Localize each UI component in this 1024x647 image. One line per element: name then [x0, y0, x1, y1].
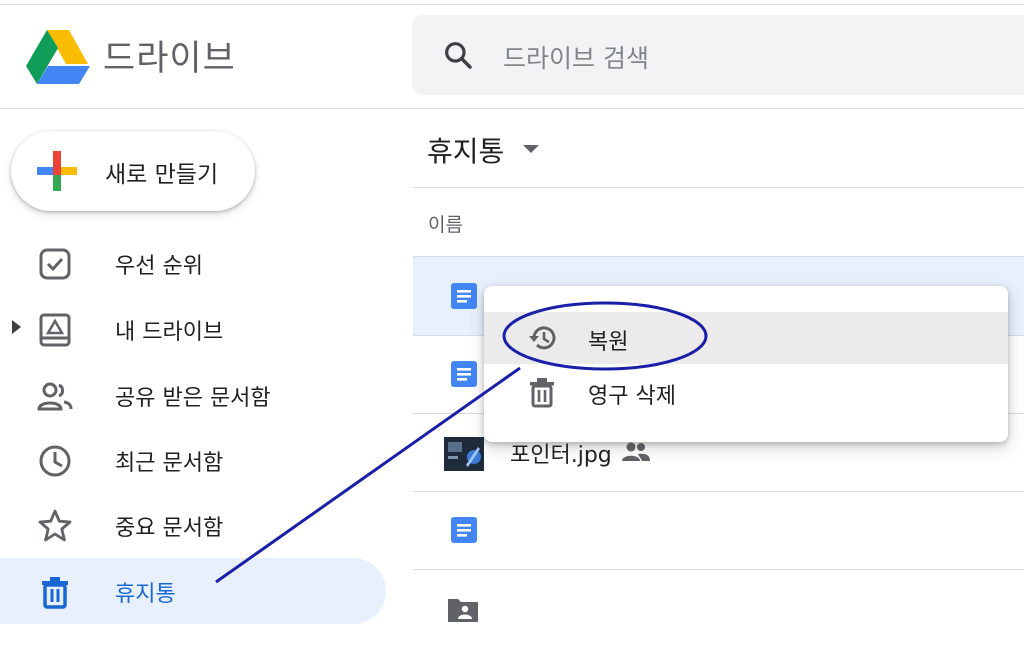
- sidebar-item-my-drive[interactable]: 내 드라이브: [0, 296, 386, 362]
- search-bar[interactable]: 드라이브 검색: [412, 15, 1024, 95]
- shared-people-icon: [622, 442, 650, 461]
- sidebar-item-label: 우선 순위: [115, 254, 203, 279]
- menu-item-label: 복원: [588, 330, 629, 355]
- star-icon: [38, 509, 72, 542]
- people-icon: [37, 382, 73, 411]
- sidebar-item-label: 내 드라이브: [115, 320, 224, 345]
- menu-item-restore[interactable]: 복원: [484, 312, 1008, 364]
- doc-icon: [451, 361, 477, 387]
- menu-item-delete-forever[interactable]: 영구 삭제: [484, 366, 1008, 418]
- menu-item-label: 영구 삭제: [588, 384, 676, 409]
- search-input[interactable]: 드라이브 검색: [503, 39, 649, 75]
- sidebar-item-priority[interactable]: 우선 순위: [0, 230, 386, 296]
- clock-icon: [39, 445, 71, 477]
- top-edge-line: [0, 0, 1024, 5]
- column-header-name[interactable]: 이름: [428, 210, 463, 237]
- page-title[interactable]: 휴지통: [427, 130, 504, 170]
- app-title: 드라이브: [103, 39, 236, 79]
- drive-logo[interactable]: [26, 28, 90, 84]
- sidebar-item-label: 최근 문서함: [115, 451, 224, 476]
- file-row[interactable]: [413, 491, 1024, 570]
- search-icon[interactable]: [442, 39, 474, 71]
- sidebar-item-starred[interactable]: 중요 문서함: [0, 492, 386, 558]
- header-divider: [0, 108, 1024, 109]
- new-button-label: 새로 만들기: [105, 162, 219, 188]
- image-thumbnail: [444, 437, 484, 471]
- expand-caret-icon[interactable]: [12, 320, 21, 334]
- dropdown-arrow-icon[interactable]: [523, 145, 539, 153]
- trash-icon: [530, 378, 554, 408]
- plus-icon: [37, 151, 77, 191]
- sidebar-item-label: 중요 문서함: [115, 516, 224, 541]
- sidebar-item-shared[interactable]: 공유 받은 문서함: [0, 362, 386, 428]
- sidebar-item-label: 공유 받은 문서함: [115, 386, 271, 411]
- doc-icon: [451, 283, 477, 309]
- file-row[interactable]: [413, 569, 1024, 647]
- sidebar-item-trash[interactable]: 휴지통: [0, 558, 386, 624]
- doc-icon: [451, 517, 477, 543]
- restore-icon: [529, 326, 556, 350]
- my-drive-icon: [39, 313, 71, 347]
- sidebar-item-label: 휴지통: [115, 582, 176, 607]
- trash-icon: [42, 577, 68, 609]
- priority-check-icon: [39, 248, 71, 280]
- title-divider: [413, 187, 1024, 188]
- sidebar-item-recent[interactable]: 최근 문서함: [0, 427, 386, 493]
- shared-folder-icon: [448, 599, 478, 622]
- new-button[interactable]: 새로 만들기: [11, 131, 255, 211]
- context-menu: 복원 영구 삭제: [484, 286, 1008, 442]
